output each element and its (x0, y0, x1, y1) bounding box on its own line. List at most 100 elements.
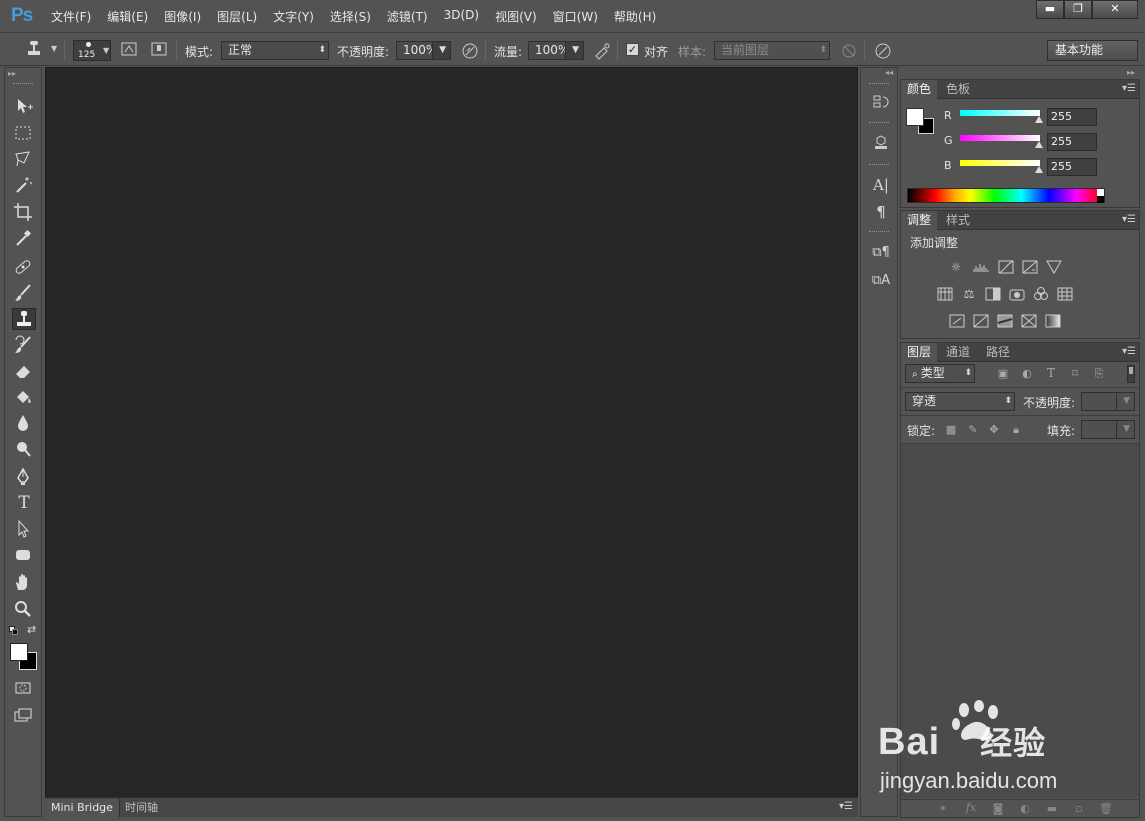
menu-help[interactable]: 帮助(H) (606, 8, 664, 25)
minimize-button[interactable]: ▬ (1036, 0, 1064, 19)
lock-transparent-icon[interactable]: ▩ (944, 423, 958, 436)
tab-swatches[interactable]: 色板 (940, 80, 976, 99)
opacity-input[interactable]: 100% ▼ (396, 41, 451, 60)
tab-adjustments[interactable]: 调整 (901, 211, 938, 231)
collapse-panels-icon[interactable]: ▸▸ (1127, 68, 1135, 77)
clone-stamp-tool-icon[interactable] (24, 39, 44, 59)
workspace-select[interactable]: 基本功能 (1047, 40, 1138, 61)
hand-tool-icon[interactable] (12, 572, 36, 594)
fx-icon[interactable]: fx (964, 801, 978, 814)
dodge-tool-icon[interactable] (12, 438, 36, 460)
fill-dropdown-button[interactable]: ▼ (1116, 420, 1135, 439)
tab-paths[interactable]: 路径 (980, 343, 1016, 362)
character-styles-icon[interactable]: ⧉A (871, 271, 891, 291)
lock-position-icon[interactable]: ✥ (987, 423, 1001, 436)
clone-stamp-tool-icon[interactable] (12, 308, 36, 330)
document-canvas-area[interactable] (45, 67, 858, 798)
brush-tool-icon[interactable] (12, 282, 36, 304)
channel-b-input[interactable]: 255 (1047, 158, 1097, 176)
fill-input[interactable]: ▼ (1081, 420, 1135, 439)
paragraph-panel-icon[interactable]: ¶ (871, 202, 891, 222)
color-lookup-icon[interactable] (1057, 287, 1073, 301)
menu-type[interactable]: 文字(Y) (265, 8, 322, 25)
link-layers-icon[interactable]: ⚭ (936, 802, 950, 815)
lock-all-icon[interactable]: 🔒︎ (1009, 423, 1023, 437)
clone-source-panel-icon[interactable] (150, 40, 170, 60)
slider-thumb-icon[interactable] (1035, 141, 1043, 148)
gradient-map-icon[interactable] (1045, 314, 1061, 328)
zoom-tool-icon[interactable] (12, 598, 36, 620)
color-spectrum-ramp[interactable] (907, 188, 1105, 203)
brightness-contrast-icon[interactable]: ☼ (948, 260, 964, 274)
tab-layers[interactable]: 图层 (901, 343, 938, 363)
channel-r-input[interactable]: 255 (1047, 108, 1097, 126)
tab-mini-bridge[interactable]: Mini Bridge (45, 799, 120, 817)
levels-icon[interactable] (973, 260, 989, 274)
lock-image-icon[interactable]: ✎ (966, 423, 980, 436)
paragraph-styles-icon[interactable]: ⧉¶ (871, 243, 891, 263)
maximize-button[interactable]: ❐ (1064, 0, 1092, 19)
sample-select[interactable]: 当前图层 ⬍ (714, 41, 830, 60)
selective-color-icon[interactable] (1021, 314, 1037, 328)
color-balance-icon[interactable]: ⚖ (961, 287, 977, 301)
panel-menu-icon[interactable]: ▾☰ (1122, 346, 1136, 357)
filter-shape-icon[interactable]: ⌑ (1068, 367, 1082, 380)
expand-panels-icon[interactable]: ◂◂ (885, 68, 893, 77)
new-layer-icon[interactable]: ▫ (1072, 802, 1086, 815)
foreground-color-swatch[interactable] (10, 643, 28, 661)
blur-tool-icon[interactable] (12, 412, 36, 434)
opacity-dropdown-button[interactable]: ▼ (1116, 392, 1135, 411)
brush-panel-icon[interactable] (120, 40, 140, 60)
close-button[interactable]: ✕ (1092, 0, 1138, 19)
swap-colors-icon[interactable]: ⇄ (27, 623, 36, 636)
history-brush-tool-icon[interactable] (12, 334, 36, 356)
magic-wand-tool-icon[interactable] (12, 174, 36, 196)
channel-r-slider[interactable] (960, 110, 1040, 116)
screen-mode-icon[interactable] (12, 704, 36, 726)
threshold-icon[interactable] (997, 314, 1013, 328)
curves-icon[interactable] (998, 260, 1014, 274)
pressure-opacity-icon[interactable] (460, 41, 480, 61)
layer-filter-select[interactable]: ⌕ 类型 ⬍ (905, 364, 975, 383)
invert-icon[interactable] (949, 314, 965, 328)
tab-timeline[interactable]: 时间轴 (119, 799, 164, 817)
foreground-color-swatch[interactable] (906, 108, 924, 126)
menu-view[interactable]: 视图(V) (487, 8, 545, 25)
move-tool-icon[interactable] (12, 95, 36, 117)
marquee-tool-icon[interactable] (12, 122, 36, 144)
new-adjustment-icon[interactable]: ◐ (1018, 802, 1032, 815)
channel-b-slider[interactable] (960, 160, 1040, 166)
filter-smart-object-icon[interactable]: ⎘ (1092, 367, 1106, 381)
flow-dropdown-button[interactable]: ▼ (565, 41, 584, 60)
mode-select[interactable]: 正常 ⬍ (221, 41, 329, 60)
exposure-icon[interactable] (1022, 260, 1038, 274)
history-panel-icon[interactable] (871, 92, 891, 112)
menu-image[interactable]: 图像(I) (156, 8, 209, 25)
tab-color[interactable]: 颜色 (901, 80, 938, 100)
path-selection-tool-icon[interactable] (12, 518, 36, 540)
align-checkbox[interactable]: ✓ (626, 43, 639, 56)
tool-preset-arrow-icon[interactable]: ▼ (51, 44, 57, 53)
eraser-tool-icon[interactable] (12, 360, 36, 382)
filter-pixel-icon[interactable]: ▣ (996, 367, 1010, 380)
type-tool-icon[interactable]: T (12, 492, 36, 514)
brush-preset-picker[interactable]: 125 ▼ (73, 40, 111, 61)
filter-type-icon[interactable]: T (1044, 366, 1058, 380)
menu-file[interactable]: 文件(F) (43, 8, 99, 25)
menu-layer[interactable]: 图层(L) (209, 8, 265, 25)
crop-tool-icon[interactable] (12, 201, 36, 223)
black-white-icon[interactable] (985, 287, 1001, 301)
3d-panel-icon[interactable] (871, 132, 891, 152)
channel-g-slider[interactable] (960, 135, 1040, 141)
menu-3d[interactable]: 3D(D) (436, 8, 487, 25)
filter-toggle[interactable] (1127, 365, 1135, 383)
channel-g-input[interactable]: 255 (1047, 133, 1097, 151)
panel-menu-icon[interactable]: ▾☰ (1122, 214, 1136, 225)
channel-mixer-icon[interactable] (1033, 287, 1049, 301)
flow-input[interactable]: 100% ▼ (528, 41, 584, 60)
blend-mode-select[interactable]: 穿透 ⬍ (905, 392, 1015, 411)
menu-window[interactable]: 窗口(W) (545, 8, 606, 25)
pressure-size-icon[interactable] (873, 41, 893, 61)
quick-mask-icon[interactable] (12, 677, 36, 699)
new-group-icon[interactable]: ▬ (1045, 802, 1059, 815)
